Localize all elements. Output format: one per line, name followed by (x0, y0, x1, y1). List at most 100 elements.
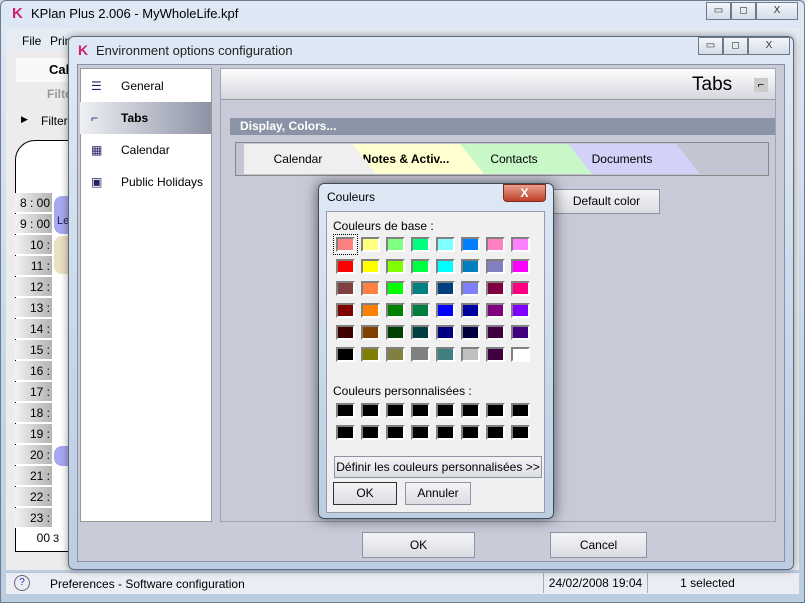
base-color-swatch[interactable] (461, 259, 480, 274)
nav-item-label: Calendar (121, 143, 170, 157)
custom-color-swatch[interactable] (336, 403, 355, 418)
cancel-button[interactable]: Cancel (550, 532, 647, 558)
custom-color-swatch[interactable] (336, 425, 355, 440)
custom-color-swatch[interactable] (511, 425, 530, 440)
base-color-swatch[interactable] (361, 237, 380, 252)
custom-color-swatch[interactable] (361, 425, 380, 440)
custom-color-swatch[interactable] (411, 425, 430, 440)
custom-color-swatch[interactable] (511, 403, 530, 418)
base-color-swatch[interactable] (511, 237, 530, 252)
env-maximize-button[interactable]: ◻ (723, 37, 748, 55)
time-slot-label: 16 : 00 (15, 361, 52, 398)
custom-color-swatch[interactable] (486, 403, 505, 418)
base-color-swatch[interactable] (411, 281, 430, 296)
env-close-button[interactable]: X (748, 37, 790, 55)
color-ok-button[interactable]: OK (333, 482, 397, 505)
base-color-swatch[interactable] (486, 259, 505, 274)
base-color-swatch[interactable] (511, 259, 530, 274)
base-color-swatch[interactable] (511, 303, 530, 318)
custom-color-swatch[interactable] (436, 403, 455, 418)
nav-item-public-holidays[interactable]: ▣ Public Holidays (80, 166, 211, 198)
base-color-swatch[interactable] (361, 259, 380, 274)
default-color-button[interactable]: Default color (553, 189, 660, 214)
base-color-swatch[interactable] (461, 325, 480, 340)
tabs-icon: ⌐ (91, 111, 99, 125)
base-color-swatch[interactable] (411, 347, 430, 362)
ok-button[interactable]: OK (362, 532, 475, 558)
base-color-swatch[interactable] (486, 237, 505, 252)
custom-color-swatch[interactable] (411, 403, 430, 418)
base-color-swatch[interactable] (361, 325, 380, 340)
base-color-swatch[interactable] (386, 303, 405, 318)
time-slot-label: 22 : 00 (15, 487, 52, 524)
base-color-swatch[interactable] (486, 303, 505, 318)
base-color-swatch[interactable] (336, 281, 355, 296)
base-color-swatch[interactable] (361, 347, 380, 362)
base-color-swatch[interactable] (436, 325, 455, 340)
close-button[interactable]: X (756, 2, 798, 20)
base-color-swatch[interactable] (436, 237, 455, 252)
tab-filters-main[interactable]: Filte (16, 84, 76, 104)
base-color-swatch[interactable] (386, 347, 405, 362)
base-color-swatch[interactable] (461, 237, 480, 252)
base-color-swatch[interactable] (411, 259, 430, 274)
base-color-swatch[interactable] (336, 259, 355, 274)
base-color-swatch[interactable] (511, 325, 530, 340)
custom-color-swatch[interactable] (461, 403, 480, 418)
base-color-swatch[interactable] (361, 281, 380, 296)
base-color-swatch[interactable] (436, 303, 455, 318)
base-color-swatch[interactable] (486, 347, 505, 362)
time-slot-label: 10 : 00 (15, 235, 52, 272)
nav-item-calendar[interactable]: ▦ Calendar (80, 134, 211, 166)
menu-file[interactable]: File (22, 34, 41, 48)
nav-item-general[interactable]: ☰ General (80, 70, 211, 102)
base-color-swatch[interactable] (411, 303, 430, 318)
base-color-swatch[interactable] (336, 347, 355, 362)
custom-color-swatch[interactable] (386, 403, 405, 418)
custom-color-swatch[interactable] (486, 425, 505, 440)
color-cancel-button[interactable]: Annuler (405, 482, 471, 505)
base-color-swatch[interactable] (461, 303, 480, 318)
env-minimize-button[interactable]: ▭ (698, 37, 723, 55)
base-color-swatch[interactable] (411, 237, 430, 252)
time-slot-label: 17 : 00 (15, 382, 52, 419)
base-color-swatch[interactable] (336, 303, 355, 318)
define-custom-colors-button[interactable]: Définir les couleurs personnalisées >> (334, 456, 542, 478)
base-color-swatch[interactable] (486, 281, 505, 296)
base-color-swatch[interactable] (436, 281, 455, 296)
window-title: KPlan Plus 2.006 - MyWholeLife.kpf (31, 6, 239, 21)
status-text: Preferences - Software configuration (50, 577, 245, 591)
nav-item-tabs[interactable]: ⌐ Tabs (80, 102, 211, 134)
tabs-icon: ⌐ (754, 78, 768, 92)
base-color-swatch[interactable] (511, 347, 530, 362)
base-color-swatch[interactable] (411, 325, 430, 340)
base-color-swatch[interactable] (461, 347, 480, 362)
time-slot-label: 9 : 00 (15, 214, 52, 234)
base-color-swatch[interactable] (386, 237, 405, 252)
custom-color-swatch[interactable] (386, 425, 405, 440)
color-dialog-close-button[interactable]: X (503, 184, 546, 202)
custom-color-swatch[interactable] (361, 403, 380, 418)
base-color-swatch[interactable] (436, 347, 455, 362)
base-color-swatch[interactable] (336, 325, 355, 340)
base-color-swatch[interactable] (333, 234, 358, 255)
help-icon[interactable]: ? (14, 575, 30, 591)
expand-arrow-icon[interactable]: ▶ (21, 114, 28, 125)
tab-calendar-main[interactable]: Cal (16, 58, 76, 82)
list-icon: ☰ (91, 79, 102, 93)
base-color-swatch[interactable] (386, 325, 405, 340)
base-color-swatch[interactable] (486, 325, 505, 340)
base-color-swatch[interactable] (461, 281, 480, 296)
maximize-button[interactable]: ◻ (731, 2, 756, 20)
custom-color-swatch[interactable] (461, 425, 480, 440)
status-datetime: 24/02/2008 19:04 (543, 573, 647, 593)
custom-color-swatch[interactable] (436, 425, 455, 440)
base-color-swatch[interactable] (361, 303, 380, 318)
time-slot-label: 15 : 00 (15, 340, 52, 377)
minimize-button[interactable]: ▭ (706, 2, 731, 20)
time-slot-label: 21 : 00 (15, 466, 52, 503)
base-color-swatch[interactable] (386, 281, 405, 296)
base-color-swatch[interactable] (511, 281, 530, 296)
base-color-swatch[interactable] (436, 259, 455, 274)
base-color-swatch[interactable] (386, 259, 405, 274)
